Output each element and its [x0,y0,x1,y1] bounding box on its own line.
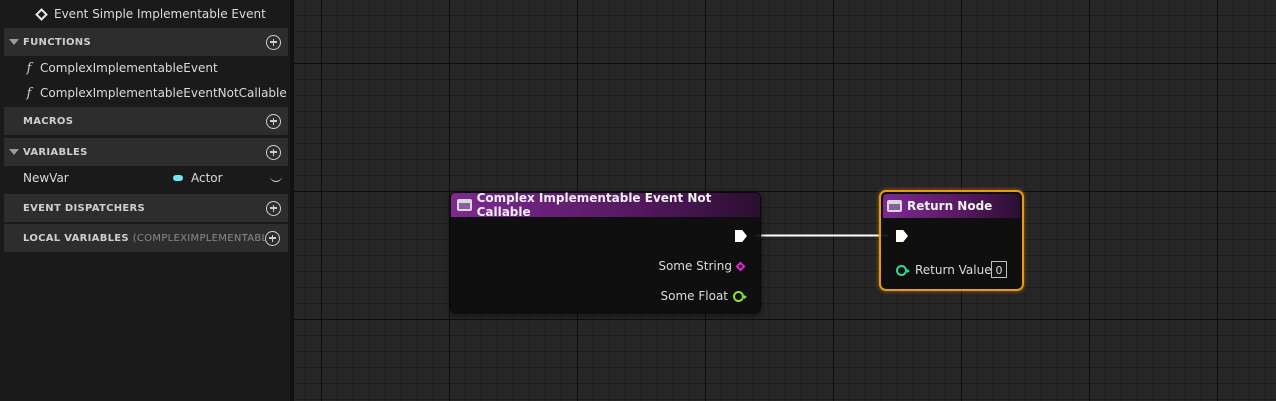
function-item-label: ComplexImplementableEventNotCallable [40,86,287,100]
node-header[interactable]: Return Node [883,194,1020,218]
float-pin-icon[interactable] [733,291,747,302]
exec-out-pin[interactable] [735,230,747,242]
event-item-label: Event Simple Implementable Event [54,7,266,21]
add-function-button[interactable] [266,34,281,50]
event-dispatchers-header[interactable]: EVENT DISPATCHERS [4,194,288,222]
function-node-icon [887,200,902,212]
collapse-arrow-icon[interactable] [9,149,19,155]
string-pin-icon[interactable] [735,261,746,272]
event-icon [35,7,48,21]
pin-label: Some Float [660,289,728,303]
functions-header[interactable]: FUNCTIONS [4,28,288,56]
return-node[interactable]: Return Node Return Value 0 [879,190,1024,291]
node-title: Complex Implementable Event Not Callable [476,191,712,219]
my-blueprint-panel: Event Simple Implementable Event FUNCTIO… [0,0,290,401]
pin-label: Return Value [915,263,992,277]
exec-in-pin[interactable] [896,230,908,242]
graph-canvas[interactable]: Complex Implementable Event Not Callable… [294,0,1276,401]
local-variables-header[interactable]: LOCAL VARIABLES (COMPLEXIMPLEMENTABLE [4,224,288,252]
event-dispatchers-label: EVENT DISPATCHERS [23,202,146,214]
integer-pin-icon[interactable] [896,265,910,276]
function-entry-node[interactable]: Complex Implementable Event Not Callable… [450,191,761,313]
functions-label: FUNCTIONS [23,36,91,48]
node-header[interactable]: Complex Implementable Event Not Callable [451,191,760,219]
node-title: Return Node [907,199,993,213]
variable-type: Actor [191,171,223,185]
add-variable-button[interactable] [266,144,281,160]
visibility-eye-icon[interactable] [270,175,282,182]
add-macro-button[interactable] [266,113,281,129]
variables-header[interactable]: VARIABLES [4,138,288,166]
function-item[interactable]: f ComplexImplementableEvent [4,58,288,78]
pin-label: Some String [658,259,732,273]
function-icon: f [26,85,32,101]
function-item-label: ComplexImplementableEvent [40,61,218,75]
variable-type-pill-icon [173,175,183,181]
collapse-arrow-icon[interactable] [9,39,19,45]
wire-layer [756,234,888,237]
local-variables-context: (COMPLEXIMPLEMENTABLE [132,232,265,244]
add-event-dispatcher-button[interactable] [266,200,281,216]
function-item[interactable]: f ComplexImplementableEventNotCallable [4,83,288,103]
add-local-variable-button[interactable] [265,230,280,246]
event-item[interactable]: Event Simple Implementable Event [4,4,288,24]
variables-label: VARIABLES [23,146,88,158]
variable-item[interactable]: NewVar Actor [4,168,288,188]
macros-header[interactable]: MACROS [4,107,288,135]
variable-name: NewVar [23,171,69,185]
local-variables-label: LOCAL VARIABLES [23,232,129,244]
function-node-icon [457,199,472,211]
macros-label: MACROS [23,115,74,127]
return-value-input[interactable]: 0 [991,261,1007,278]
function-icon: f [26,60,32,76]
